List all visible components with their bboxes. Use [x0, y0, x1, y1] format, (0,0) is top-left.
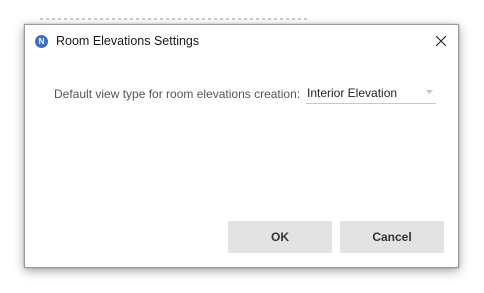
- background-text-line: [40, 18, 310, 20]
- default-view-type-label: Default view type for room elevations cr…: [54, 87, 301, 101]
- dropdown-selected-value: Interior Elevation: [307, 86, 398, 100]
- dialog-title: Room Elevations Settings: [56, 34, 200, 48]
- background-window: [0, 0, 484, 22]
- title-bar: N Room Elevations Settings: [25, 25, 458, 57]
- default-view-type-dropdown[interactable]: Interior Elevation: [306, 82, 436, 104]
- app-logo-icon: N: [35, 35, 48, 48]
- close-icon: [436, 36, 446, 46]
- room-elevations-settings-dialog: N Room Elevations Settings Default view …: [24, 24, 459, 268]
- cancel-button[interactable]: Cancel: [340, 221, 444, 253]
- close-button[interactable]: [428, 29, 454, 53]
- ok-button[interactable]: OK: [228, 221, 332, 253]
- chevron-down-icon: [426, 90, 433, 94]
